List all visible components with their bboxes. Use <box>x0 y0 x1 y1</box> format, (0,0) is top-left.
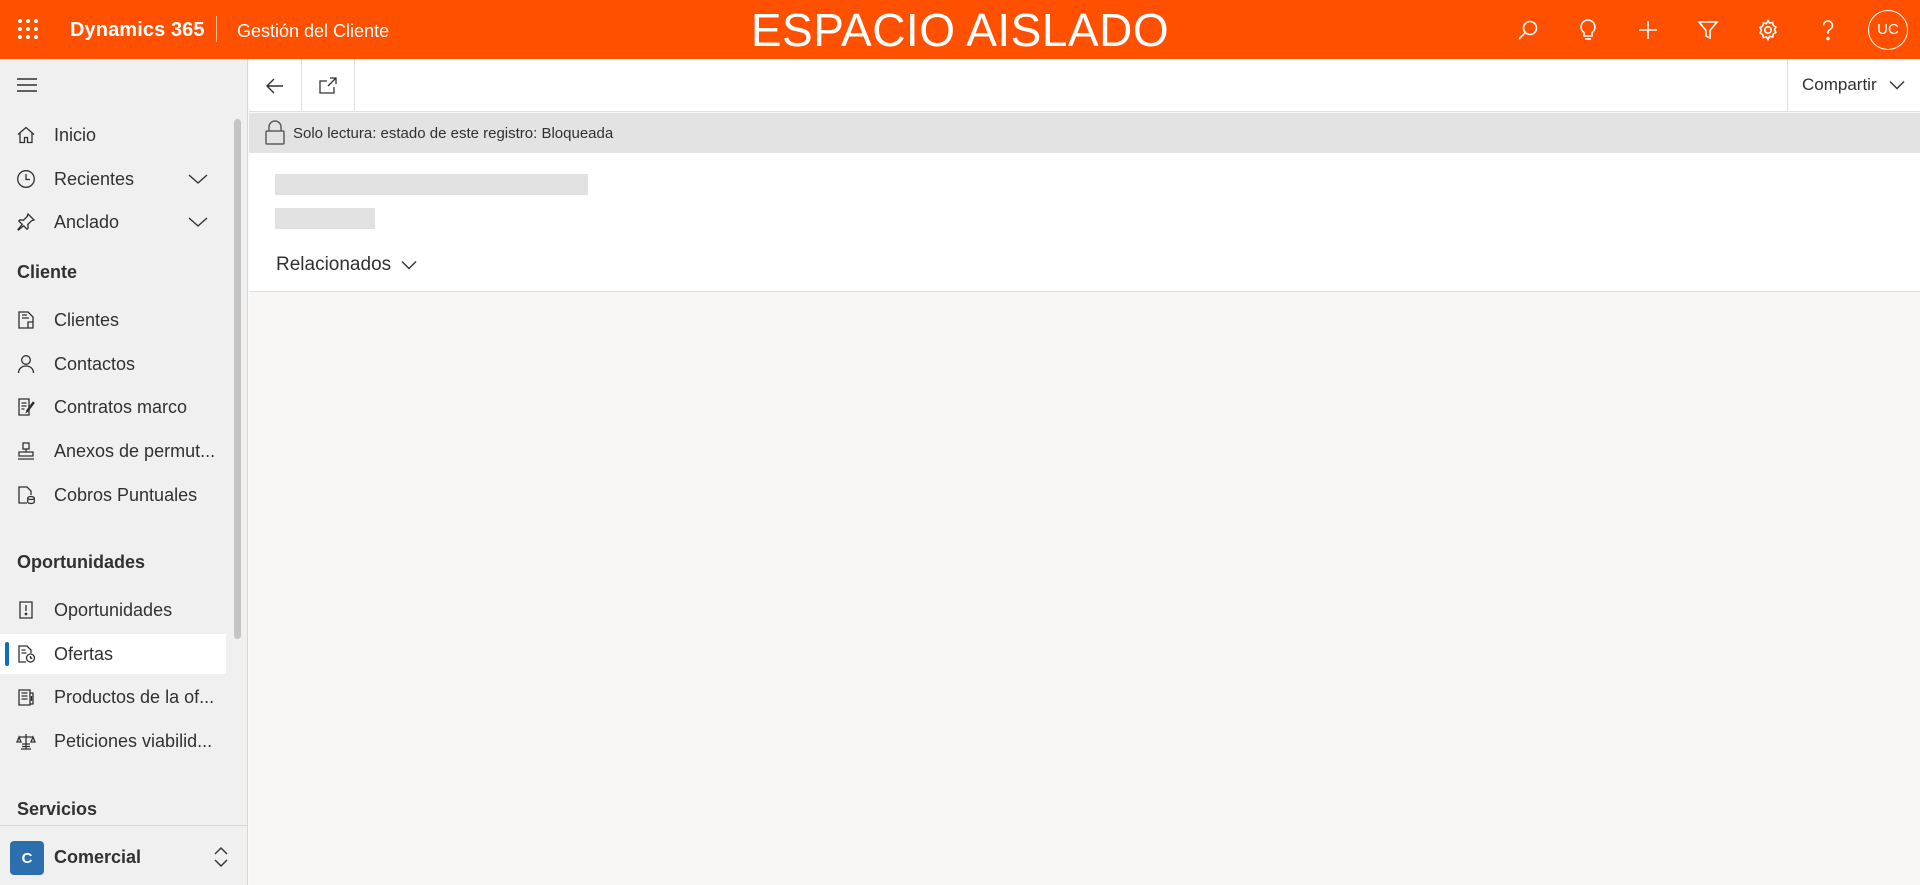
sidebar-item-ofertas[interactable]: Ofertas <box>0 634 226 674</box>
module-name[interactable]: Gestión del Cliente <box>237 21 389 42</box>
form-body <box>249 293 1920 885</box>
sidebar-item-oportunidades[interactable]: Oportunidades <box>0 590 226 630</box>
document-coins-icon <box>16 485 36 505</box>
sidebar: Inicio Recientes Anclado Cliente Cliente… <box>0 59 248 885</box>
sidebar-item-peticiones-viabilidad[interactable]: Peticiones viabilid... <box>0 721 226 761</box>
search-icon[interactable] <box>1498 0 1558 59</box>
contract-icon <box>16 397 36 417</box>
products-icon <box>16 687 36 707</box>
sidebar-item-clientes[interactable]: Clientes <box>0 300 226 340</box>
share-button[interactable]: Compartir <box>1787 59 1920 112</box>
app-name[interactable]: Dynamics 365 <box>70 19 205 42</box>
sidebar-item-label: Contratos marco <box>54 396 188 417</box>
sidebar-item-anexos-de-permuta[interactable]: Anexos de permut... <box>0 431 226 471</box>
group-label-cliente: Cliente <box>17 262 78 282</box>
user-avatar[interactable]: UC <box>1868 9 1908 50</box>
stamp-icon <box>16 441 36 461</box>
sidebar-item-label: Contactos <box>54 353 136 374</box>
command-bar: Compartir <box>249 59 1920 112</box>
sidebar-item-recientes[interactable]: Recientes <box>0 159 226 199</box>
sidebar-item-label: Cobros Puntuales <box>54 484 198 505</box>
sidebar-item-label: Inicio <box>54 124 97 145</box>
arrow-left-icon <box>265 76 285 96</box>
sidebar-item-label: Recientes <box>54 168 135 189</box>
sidebar-item-label: Clientes <box>54 309 120 330</box>
sidebar-item-label: Anexos de permut... <box>54 440 216 461</box>
open-in-new-window-button[interactable] <box>302 59 355 112</box>
readonly-notification-bar: Solo lectura: estado de este registro: B… <box>249 113 1920 153</box>
area-badge: C <box>10 841 44 875</box>
chevron-up-down-icon[interactable] <box>211 845 231 869</box>
waffle-icon[interactable] <box>16 17 40 41</box>
sidebar-item-inicio[interactable]: Inicio <box>0 115 226 155</box>
related-tab[interactable]: Relacionados <box>276 252 417 278</box>
group-label-oportunidades: Oportunidades <box>17 552 146 572</box>
sidebar-item-anclado[interactable]: Anclado <box>0 202 226 242</box>
top-navigation-bar: Dynamics 365 Gestión del Cliente ESPACIO… <box>0 0 1920 59</box>
opportunity-icon <box>16 600 36 620</box>
clock-icon <box>16 169 36 189</box>
quote-icon <box>16 644 36 664</box>
person-icon <box>16 354 36 374</box>
sidebar-item-cobros-puntuales[interactable]: Cobros Puntuales <box>0 475 226 515</box>
area-label: Comercial <box>54 847 142 867</box>
sidebar-item-contratos-marco[interactable]: Contratos marco <box>0 387 226 427</box>
gear-icon[interactable] <box>1738 0 1798 59</box>
sidebar-item-label: Oportunidades <box>54 599 173 620</box>
sidebar-item-label: Productos de la of... <box>54 686 215 707</box>
lightbulb-icon[interactable] <box>1558 0 1618 59</box>
group-label-servicios: Servicios <box>17 799 98 819</box>
chevron-down-icon <box>1889 77 1905 93</box>
related-tab-label: Relacionados <box>276 254 392 275</box>
topbar-divider <box>216 16 217 42</box>
chevron-down-icon[interactable] <box>188 171 208 187</box>
account-icon <box>16 310 36 330</box>
chevron-down-icon <box>401 257 417 273</box>
sidebar-item-contactos[interactable]: Contactos <box>0 344 226 384</box>
sidebar-item-label: Ofertas <box>54 643 114 664</box>
sidebar-item-productos-de-la-oferta[interactable]: Productos de la of... <box>0 677 226 717</box>
open-in-new-window-icon <box>318 76 338 96</box>
record-title-placeholder <box>275 174 588 195</box>
record-header: Relacionados <box>249 153 1920 292</box>
scales-icon <box>16 731 36 751</box>
sidebar-scrollbar[interactable] <box>234 119 241 639</box>
home-icon <box>16 125 36 145</box>
lock-icon <box>264 120 286 146</box>
sidebar-item-label: Anclado <box>54 211 120 232</box>
back-button[interactable] <box>249 59 302 112</box>
plus-icon[interactable] <box>1618 0 1678 59</box>
help-icon[interactable] <box>1798 0 1858 59</box>
sidebar-item-label: Peticiones viabilid... <box>54 730 213 751</box>
share-label: Compartir <box>1802 75 1877 94</box>
record-subtitle-placeholder <box>275 208 375 229</box>
readonly-message: Solo lectura: estado de este registro: B… <box>293 125 614 142</box>
filter-icon[interactable] <box>1678 0 1738 59</box>
pin-icon <box>16 212 36 232</box>
area-switcher[interactable]: C Comercial <box>0 825 248 885</box>
hamburger-menu-icon[interactable] <box>16 75 38 95</box>
chevron-down-icon[interactable] <box>188 214 208 230</box>
